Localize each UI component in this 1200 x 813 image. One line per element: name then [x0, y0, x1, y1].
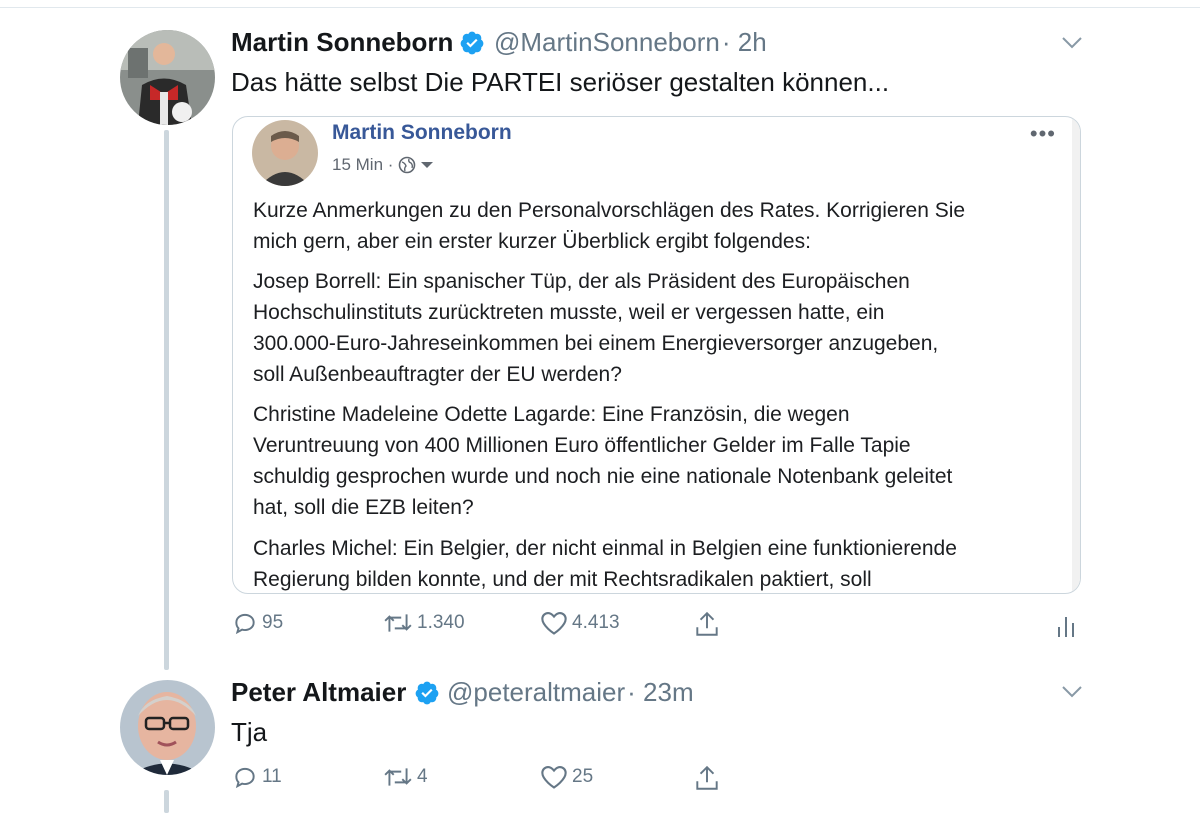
- more-dots-icon: •••: [1029, 121, 1056, 146]
- embedded-facebook-screenshot[interactable]: Martin Sonneborn 15 Min · ••• Kurze Anme…: [232, 116, 1081, 594]
- reply-icon: [235, 767, 255, 789]
- tweet-time[interactable]: · 23m: [627, 677, 693, 707]
- author-handle[interactable]: @MartinSonneborn· 2h: [494, 27, 767, 58]
- globe-icon: [399, 156, 416, 174]
- fb-line: Regierung bilden konnte, und der mit Rec…: [253, 568, 872, 591]
- fb-line: Hochschulinstituts zurücktreten musste, …: [253, 301, 885, 324]
- share-icon: [696, 765, 718, 790]
- analytics-icon: [1058, 617, 1074, 637]
- like-button[interactable]: 4.413: [540, 610, 620, 636]
- fb-line: mich gern, aber ein erster kurzer Überbl…: [253, 230, 811, 253]
- thread-line: [164, 790, 169, 813]
- reply-button[interactable]: 11: [232, 764, 282, 790]
- like-icon: [541, 766, 567, 789]
- verified-badge-icon: [460, 31, 484, 55]
- retweet-button[interactable]: 1.340: [383, 610, 465, 636]
- chevron-down-icon[interactable]: [1061, 36, 1083, 50]
- like-button[interactable]: 25: [540, 764, 593, 790]
- fb-line: hat, soll die EZB leiten?: [253, 496, 474, 519]
- fb-time: 15 Min ·: [332, 155, 394, 174]
- tweet-text: Das hätte selbst Die PARTEI seriöser ges…: [231, 67, 890, 97]
- share-icon: [696, 611, 718, 636]
- reply-icon: [235, 613, 255, 635]
- author-name[interactable]: Peter Altmaier: [231, 677, 406, 708]
- fb-paragraph-1: Kurze Anmerkungen zu den Personalvorschl…: [253, 195, 1053, 257]
- thread-line: [164, 130, 169, 670]
- share-button[interactable]: [694, 764, 720, 792]
- author-name[interactable]: Martin Sonneborn: [231, 27, 453, 58]
- author-handle[interactable]: @peteraltmaier· 23m: [447, 677, 694, 708]
- fb-author-name: Martin Sonneborn: [332, 121, 512, 144]
- retweet-button[interactable]: 4: [383, 764, 428, 790]
- fb-paragraph-4: Charles Michel: Ein Belgier, der nicht e…: [253, 533, 1053, 593]
- fb-line: schuldig gesprochen wurde und noch nie e…: [253, 465, 953, 488]
- fb-line: Josep Borrell: Ein spanischer Tüp, der a…: [253, 270, 910, 293]
- reply-count: 11: [262, 766, 282, 787]
- caret-down-icon: [421, 162, 434, 168]
- fb-paragraph-2: Josep Borrell: Ein spanischer Tüp, der a…: [253, 266, 1053, 390]
- fb-line: Christine Madeleine Odette Lagarde: Eine…: [253, 403, 850, 426]
- like-count: 4.413: [572, 612, 620, 633]
- reply-button[interactable]: 95: [232, 610, 283, 636]
- retweet-icon: [384, 614, 412, 632]
- handle-text[interactable]: @peteraltmaier: [447, 677, 625, 707]
- fb-avatar: [252, 120, 318, 186]
- analytics-button[interactable]: [1056, 614, 1076, 638]
- fb-line: 300.000-Euro-Jahreseinkommen bei einem E…: [253, 332, 939, 355]
- fb-paragraph-3: Christine Madeleine Odette Lagarde: Eine…: [253, 399, 1053, 523]
- fb-line: Charles Michel: Ein Belgier, der nicht e…: [253, 537, 957, 560]
- fb-line: soll Außenbeauftragter der EU werden?: [253, 363, 622, 386]
- share-button[interactable]: [694, 610, 720, 638]
- like-icon: [541, 612, 567, 635]
- avatar-martin-sonneborn[interactable]: [120, 30, 215, 125]
- top-divider: [0, 0, 1200, 8]
- fb-line: Kurze Anmerkungen zu den Personalvorschl…: [253, 199, 966, 222]
- avatar-peter-altmaier[interactable]: [120, 680, 215, 775]
- fb-scrollbar: [1072, 117, 1080, 593]
- tweet-text: Tja: [231, 717, 268, 747]
- fb-line: Veruntreuung von 400 Millionen Euro öffe…: [253, 434, 911, 457]
- fb-post-meta: 15 Min ·: [332, 155, 434, 175]
- retweet-count: 1.340: [417, 612, 465, 633]
- handle-text[interactable]: @MartinSonneborn: [494, 27, 720, 57]
- retweet-icon: [384, 768, 412, 786]
- retweet-count: 4: [417, 766, 428, 787]
- verified-badge-icon: [415, 681, 439, 705]
- reply-count: 95: [262, 612, 284, 633]
- like-count: 25: [572, 766, 594, 787]
- chevron-down-icon[interactable]: [1061, 685, 1083, 699]
- tweet-time[interactable]: · 2h: [722, 27, 767, 57]
